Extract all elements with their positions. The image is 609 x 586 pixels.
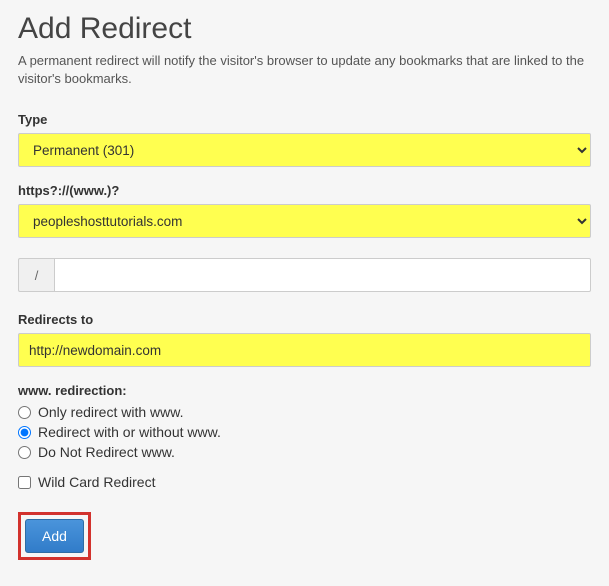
radio-label: Only redirect with www. — [38, 404, 183, 420]
domain-select[interactable]: peopleshosttutorials.com — [18, 204, 591, 238]
radio-label: Redirect with or without www. — [38, 424, 221, 440]
page-description: A permanent redirect will notify the vis… — [18, 52, 591, 88]
radio-with-or-without-www[interactable]: Redirect with or without www. — [18, 424, 591, 440]
page-title: Add Redirect — [18, 12, 591, 46]
radio-only-with-www-input[interactable] — [18, 406, 31, 419]
add-button[interactable]: Add — [25, 519, 84, 553]
add-button-highlight: Add — [18, 512, 91, 560]
radio-do-not-redirect-www-input[interactable] — [18, 446, 31, 459]
wildcard-checkbox-row[interactable]: Wild Card Redirect — [18, 474, 591, 490]
path-prefix: / — [18, 258, 54, 292]
radio-with-or-without-www-input[interactable] — [18, 426, 31, 439]
type-select[interactable]: Permanent (301) — [18, 133, 591, 167]
radio-do-not-redirect-www[interactable]: Do Not Redirect www. — [18, 444, 591, 460]
domain-label: https?://(www.)? — [18, 183, 591, 198]
www-redirection-group: Only redirect with www. Redirect with or… — [18, 404, 591, 460]
radio-label: Do Not Redirect www. — [38, 444, 175, 460]
redirects-to-input[interactable] — [18, 333, 591, 367]
radio-only-with-www[interactable]: Only redirect with www. — [18, 404, 591, 420]
wildcard-checkbox[interactable] — [18, 476, 31, 489]
wildcard-label: Wild Card Redirect — [38, 474, 155, 490]
type-label: Type — [18, 112, 591, 127]
path-input[interactable] — [54, 258, 591, 292]
www-redirection-label: www. redirection: — [18, 383, 591, 398]
redirects-to-label: Redirects to — [18, 312, 591, 327]
